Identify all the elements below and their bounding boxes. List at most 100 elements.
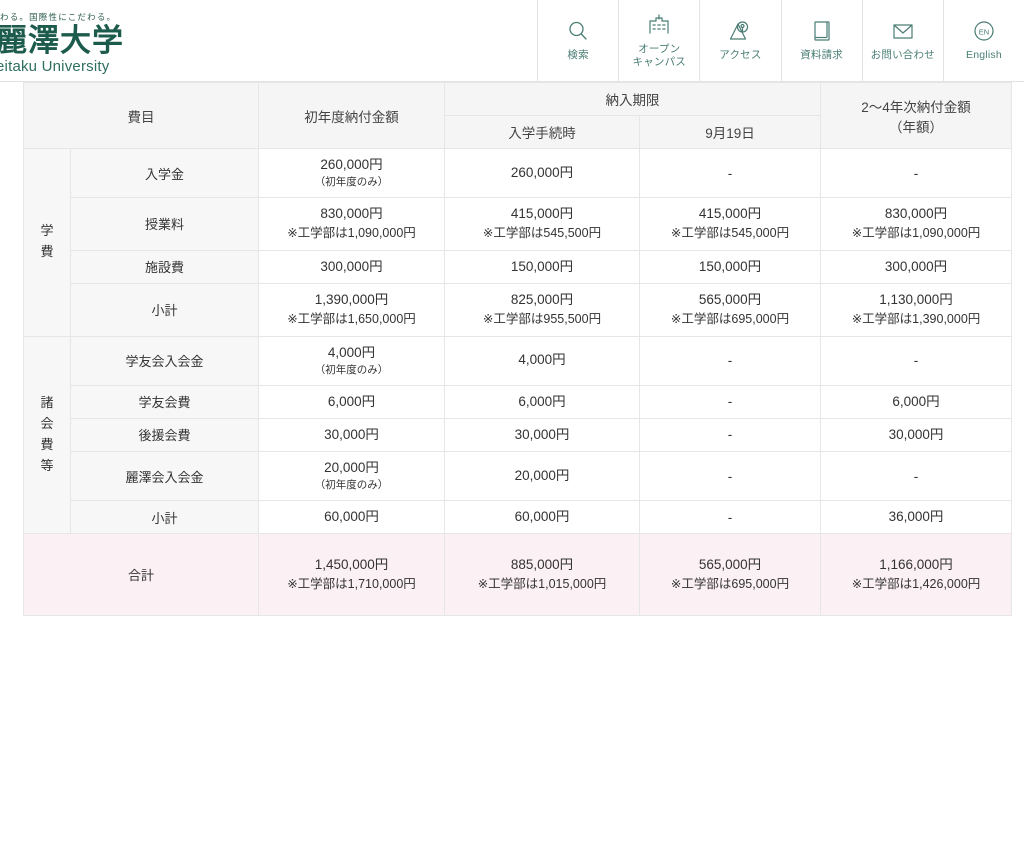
- nav-item-search[interactable]: 検索: [538, 0, 620, 81]
- value-main: 20,000円: [324, 460, 379, 475]
- table-row: 小計 60,000円 60,000円 - 36,000円: [24, 499, 1012, 535]
- cell-first-year: 60,000円: [258, 499, 445, 535]
- value-main: 60,000円: [514, 509, 570, 524]
- group-label-char: 費: [40, 436, 54, 452]
- nav-label-english: English: [966, 49, 1002, 62]
- value-main: 830,000円: [320, 206, 383, 221]
- value-main: 6,000円: [327, 393, 376, 409]
- cell-first-year: 30,000円: [258, 417, 445, 453]
- site-logo[interactable]: わる。国際性にこだわる。 麗澤大学 eitaku University: [0, 0, 538, 81]
- cell-total-later-years: 1,166,000円 ※工学部は1,426,000円: [820, 533, 1012, 617]
- cell-due-2: -: [639, 335, 821, 386]
- value-main: 1,450,000円: [314, 556, 389, 572]
- cell-later-years: -: [820, 335, 1012, 386]
- table-row: 学友会費 6,000円 6,000円 - 6,000円: [24, 384, 1012, 419]
- cell-first-year: 20,000円 （初年度のみ）: [258, 451, 445, 501]
- value-note: ※工学部は1,390,000円: [851, 312, 981, 327]
- site-header: わる。国際性にこだわる。 麗澤大学 eitaku University 検索 オ…: [0, 0, 1024, 82]
- nav-item-materials[interactable]: 資料請求: [782, 0, 863, 81]
- cell-later-years: 36,000円: [820, 499, 1012, 535]
- table-row: 小計 1,390,000円 ※工学部は1,650,000円 825,000円 ※工学部は…: [24, 282, 1012, 337]
- group-label-char: 会: [40, 416, 54, 432]
- nav-label-contact: お問い合わせ: [870, 49, 935, 62]
- value-main: 4,000円: [518, 352, 566, 368]
- cell-due-1: 6,000円: [444, 384, 640, 419]
- item-label: 授業料: [70, 197, 259, 251]
- group-label: 諸会費等: [23, 335, 71, 535]
- cell-later-years: -: [820, 148, 1012, 198]
- value-main: 825,000円: [510, 291, 574, 307]
- cell-later-years: 30,000円: [820, 417, 1012, 453]
- value-main: 885,000円: [510, 556, 574, 572]
- table-row: 授業料 830,000円 ※工学部は1,090,000円 415,000円 ※工学部は5…: [24, 197, 1012, 251]
- group-label-char: 諸: [40, 395, 54, 411]
- cell-first-year: 1,390,000円 ※工学部は1,650,000円: [258, 282, 445, 337]
- total-row: 合計 1,450,000円 ※工学部は1,710,000円 885,000円 ※工学部は…: [23, 533, 1012, 617]
- cell-later-years: 6,000円: [820, 384, 1012, 419]
- brand-name-en: eitaku University: [0, 57, 110, 75]
- value-main: 565,000円: [698, 291, 762, 307]
- cell-first-year: 300,000円: [258, 249, 445, 284]
- cell-first-year: 4,000円 （初年度のみ）: [258, 335, 445, 386]
- value-main: 60,000円: [324, 509, 379, 524]
- nav-item-open-campus[interactable]: オープン キャンパス: [619, 0, 701, 81]
- group-label-char: 等: [40, 457, 54, 473]
- nav-label-open-campus: オープン キャンパス: [632, 42, 686, 68]
- item-label: 小計: [70, 282, 259, 337]
- header-later-years-line1: 2〜4年次納付金額: [861, 99, 971, 115]
- group-label-char: 学: [40, 223, 54, 239]
- header-due-2: 9月19日: [639, 115, 821, 149]
- empty-value: -: [727, 468, 733, 484]
- empty-value: -: [913, 468, 919, 484]
- value-main: 1,166,000円: [879, 556, 953, 572]
- value-main: 30,000円: [514, 426, 570, 442]
- cell-due-2: -: [639, 451, 821, 501]
- value-note: ※工学部は1,090,000円: [287, 226, 416, 241]
- empty-value: -: [913, 353, 919, 368]
- value-main: 20,000円: [514, 467, 570, 483]
- empty-value: -: [727, 165, 733, 181]
- table-row: 施設費 300,000円 150,000円 150,000円 300,000円: [24, 249, 1012, 284]
- search-icon: [566, 18, 590, 44]
- item-label: 施設費: [70, 249, 259, 284]
- cell-total-due-1: 885,000円 ※工学部は1,015,000円: [444, 533, 640, 617]
- cell-due-1: 30,000円: [444, 417, 640, 453]
- building-icon: [646, 12, 672, 38]
- empty-value: -: [727, 353, 733, 368]
- nav-label-access: アクセス: [719, 49, 762, 62]
- empty-value: -: [727, 509, 733, 525]
- nav-item-contact[interactable]: お問い合わせ: [863, 0, 944, 81]
- header-due-group: 納入期限: [444, 82, 821, 116]
- cell-due-1: 20,000円: [444, 451, 640, 501]
- header-row-1: 費目 初年度納付金額 納入期限 2〜4年次納付金額 （年額）: [23, 82, 1012, 149]
- nav-item-access[interactable]: アクセス: [700, 0, 782, 81]
- cell-total-first-year: 1,450,000円 ※工学部は1,710,000円: [258, 533, 445, 617]
- cell-due-1: 825,000円 ※工学部は955,500円: [444, 282, 640, 337]
- value-main: 260,000円: [320, 157, 383, 172]
- value-main: 36,000円: [888, 509, 944, 524]
- cell-first-year: 830,000円 ※工学部は1,090,000円: [258, 197, 445, 251]
- cell-due-2: 565,000円 ※工学部は695,000円: [639, 282, 821, 337]
- cell-total-due-2: 565,000円 ※工学部は695,000円: [639, 533, 821, 617]
- item-label: 学友会費: [70, 384, 259, 419]
- value-note: ※工学部は545,000円: [670, 226, 790, 241]
- value-main: 150,000円: [698, 258, 762, 274]
- value-main: 1,390,000円: [314, 291, 389, 307]
- nav-item-english[interactable]: EN English: [944, 0, 1024, 81]
- value-note: ※工学部は695,000円: [670, 312, 790, 327]
- language-en-icon: EN: [971, 18, 997, 44]
- cell-due-1: 4,000円: [444, 335, 640, 386]
- cell-later-years: 1,130,000円 ※工学部は1,390,000円: [820, 282, 1012, 337]
- value-note: ※工学部は1,090,000円: [851, 226, 981, 241]
- map-pin-icon: [727, 18, 753, 44]
- cell-later-years: 830,000円 ※工学部は1,090,000円: [820, 197, 1012, 251]
- value-note: ※工学部は695,000円: [670, 577, 790, 592]
- value-subnote: （初年度のみ）: [314, 363, 389, 376]
- brand-name-ja: 麗澤大学: [0, 23, 124, 58]
- value-main: 150,000円: [510, 258, 574, 274]
- book-icon: [811, 18, 833, 44]
- cell-later-years: -: [820, 451, 1012, 501]
- header-due-1: 入学手続時: [444, 115, 640, 149]
- cell-later-years: 300,000円: [820, 249, 1012, 284]
- fees-table: 費目 初年度納付金額 納入期限 2〜4年次納付金額 （年額） 入学手続時 9月1…: [23, 82, 1012, 617]
